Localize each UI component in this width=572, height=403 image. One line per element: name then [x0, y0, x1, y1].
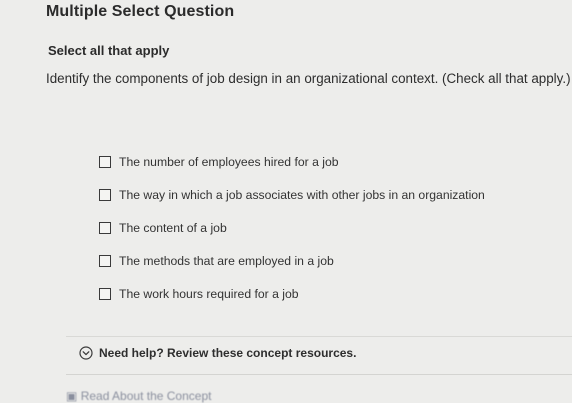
question-page: Multiple Select Question Select all that…	[0, 0, 572, 403]
option-label: The methods that are employed in a job	[119, 253, 334, 268]
read-about-concept-link[interactable]: ▣ Read About the Concept	[66, 389, 211, 403]
option-checkbox[interactable]	[99, 155, 111, 168]
option-checkbox[interactable]	[99, 287, 111, 300]
answer-option-2[interactable]: The way in which a job associates with o…	[99, 178, 485, 211]
option-label: The number of employees hired for a job	[119, 154, 339, 169]
help-divider-top	[66, 336, 572, 337]
option-label: The content of a job	[119, 220, 227, 235]
option-checkbox[interactable]	[99, 254, 111, 267]
book-icon: ▣	[66, 389, 78, 403]
option-checkbox[interactable]	[99, 188, 111, 201]
chevron-circle-icon	[79, 346, 93, 360]
option-label: The work hours required for a job	[119, 286, 299, 301]
answer-option-4[interactable]: The methods that are employed in a job	[99, 244, 485, 277]
help-divider-bottom	[66, 374, 572, 375]
option-checkbox[interactable]	[99, 221, 111, 234]
resource-label: Read About the Concept	[80, 389, 212, 403]
answer-option-3[interactable]: The content of a job	[99, 211, 485, 244]
question-instruction: Select all that apply	[48, 43, 170, 58]
question-type-title: Multiple Select Question	[46, 3, 235, 20]
answer-options: The number of employees hired for a job …	[99, 145, 485, 310]
help-label: Need help? Review these concept resource…	[99, 346, 357, 360]
option-label: The way in which a job associates with o…	[119, 187, 485, 202]
answer-option-5[interactable]: The work hours required for a job	[99, 277, 485, 310]
question-prompt: Identify the components of job design in…	[46, 71, 571, 86]
answer-option-1[interactable]: The number of employees hired for a job	[99, 145, 485, 178]
help-toggle-button[interactable]: Need help? Review these concept resource…	[79, 346, 356, 360]
